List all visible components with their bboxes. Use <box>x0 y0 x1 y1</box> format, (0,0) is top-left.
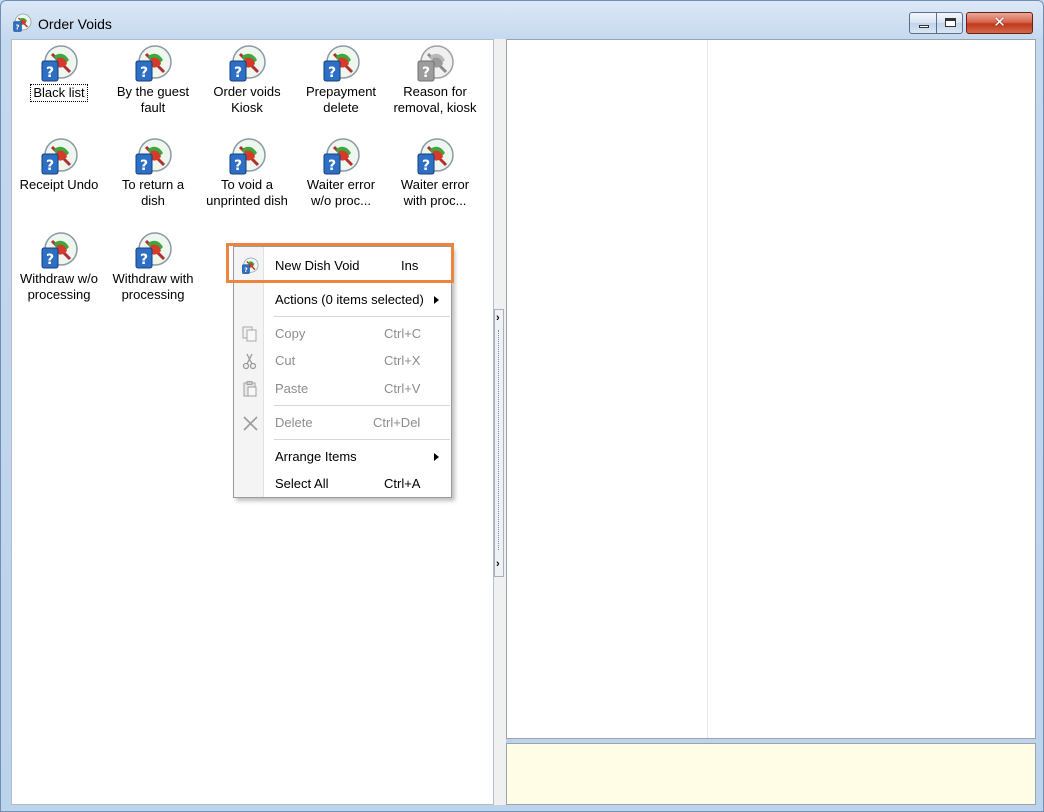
menu-item-shortcut: Ctrl+X <box>384 353 421 368</box>
icon-label-line2: dish <box>141 193 165 208</box>
icon-item-withdraw-wo-processing[interactable]: Withdraw w/o processing <box>12 231 106 303</box>
void-reason-icon <box>39 44 79 84</box>
icon-label-line2: with proc... <box>403 193 467 208</box>
icon-label: Black list <box>30 84 88 102</box>
scissors-icon <box>242 353 257 370</box>
void-reason-icon <box>39 137 79 177</box>
menu-item-delete[interactable]: Delete Ctrl+Del <box>235 411 451 435</box>
icon-label-line1: To void a <box>220 177 274 192</box>
chevron-right-icon[interactable]: › <box>496 558 500 570</box>
column-divider <box>707 40 708 738</box>
menu-separator <box>274 405 450 406</box>
description-pane[interactable] <box>506 743 1036 805</box>
delete-x-icon <box>243 416 258 431</box>
icon-item-to-return-a-dish[interactable]: To return a dish <box>106 137 200 209</box>
void-reason-icon <box>321 137 361 177</box>
icon-item-order-voids-kiosk[interactable]: Order voids Kiosk <box>200 44 294 116</box>
void-reason-disabled-icon <box>415 44 455 84</box>
chevron-right-icon[interactable]: › <box>496 312 500 324</box>
splitter-grip[interactable]: › › <box>494 309 504 577</box>
icon-item-waiter-error-with-proc[interactable]: Waiter error with proc... <box>388 137 482 209</box>
void-reason-icon <box>133 137 173 177</box>
menu-item-cut[interactable]: Cut Ctrl+X <box>235 349 451 373</box>
menu-separator <box>274 316 450 317</box>
minimize-button[interactable] <box>909 12 937 34</box>
menu-item-label: New Dish Void <box>275 258 360 273</box>
icon-label-line1: Waiter error <box>400 177 470 192</box>
menu-item-label: Select All <box>275 476 329 491</box>
icon-item-by-the-guest-fault[interactable]: By the guest fault <box>106 44 200 116</box>
close-button[interactable]: ✕ <box>966 12 1033 34</box>
new-dish-void-icon <box>241 257 259 275</box>
icon-item-reason-for-removal-kiosk[interactable]: Reason for removal, kiosk <box>388 44 482 116</box>
menu-item-shortcut: Ctrl+Del <box>373 415 421 430</box>
menu-item-select-all[interactable]: Select All Ctrl+A <box>235 472 451 496</box>
menu-item-label: Paste <box>275 381 309 396</box>
menu-item-copy[interactable]: Copy Ctrl+C <box>235 322 451 346</box>
void-reason-icon <box>415 137 455 177</box>
menu-separator <box>274 282 450 283</box>
icon-label-line2: Kiosk <box>231 100 263 115</box>
menu-item-label: Cut <box>275 353 296 368</box>
icon-label-line2: removal, kiosk <box>393 100 477 115</box>
menu-item-arrange-items[interactable]: Arrange Items <box>235 445 451 469</box>
icon-item-withdraw-with-processing[interactable]: Withdraw with processing <box>106 231 200 303</box>
menu-item-label: Copy <box>275 326 306 341</box>
grip-dots <box>498 330 500 550</box>
icon-label-line2: processing <box>27 287 91 302</box>
window-title: Order Voids <box>38 16 112 32</box>
minimize-icon <box>919 25 929 28</box>
void-reason-icon <box>227 44 267 84</box>
icon-label-line2: w/o proc... <box>311 193 371 208</box>
void-reason-icon <box>321 44 361 84</box>
void-reason-icon <box>133 231 173 271</box>
icon-label-line1: Withdraw with <box>112 271 194 286</box>
icon-label-line1: Order voids <box>213 84 281 99</box>
icon-label-line1: Prepayment <box>305 84 377 99</box>
icon-label-line1: To return a <box>121 177 185 192</box>
menu-item-shortcut: Ctrl+C <box>384 326 422 341</box>
details-pane[interactable] <box>506 39 1036 739</box>
icon-item-to-void-unprinted-dish[interactable]: To void a unprinted dish <box>200 137 294 209</box>
icon-label-line2: unprinted dish <box>206 193 288 208</box>
icon-label-line1: By the guest <box>116 84 190 99</box>
app-icon <box>12 13 32 33</box>
order-voids-window: Order Voids ✕ Black list By the guest fa… <box>0 0 1044 812</box>
icon-item-prepayment-delete[interactable]: Prepayment delete <box>294 44 388 116</box>
icon-label-line2: delete <box>323 100 359 115</box>
maximize-button[interactable] <box>936 12 963 34</box>
paste-icon <box>243 381 257 397</box>
submenu-arrow-icon <box>434 296 439 304</box>
menu-separator <box>274 439 450 440</box>
void-reason-icon <box>227 137 267 177</box>
menu-item-shortcut: Ctrl+V <box>384 381 421 396</box>
menu-item-label: Actions (0 items selected) <box>275 292 424 307</box>
icon-item-waiter-error-wo-proc[interactable]: Waiter error w/o proc... <box>294 137 388 209</box>
icon-label-line1: Withdraw w/o <box>19 271 99 286</box>
icon-label: Receipt Undo <box>19 177 99 192</box>
icon-label-line1: Reason for <box>403 84 467 99</box>
void-reason-icon <box>133 44 173 84</box>
menu-item-label: Arrange Items <box>275 449 357 464</box>
menu-item-actions[interactable]: Actions (0 items selected) <box>235 288 451 312</box>
pane-splitter[interactable]: › › <box>494 39 506 805</box>
menu-item-shortcut: Ctrl+A <box>384 476 421 491</box>
icon-item-black-list[interactable]: Black list <box>12 44 106 102</box>
icon-label-line1: Waiter error <box>306 177 376 192</box>
context-menu: New Dish Void Ins Actions (0 items selec… <box>233 246 452 498</box>
submenu-arrow-icon <box>434 453 439 461</box>
menu-item-paste[interactable]: Paste Ctrl+V <box>235 377 451 401</box>
menu-item-shortcut: Ins <box>401 258 419 273</box>
icon-label-line2: processing <box>121 287 185 302</box>
copy-icon <box>242 326 257 342</box>
maximize-icon <box>945 18 956 27</box>
title-bar[interactable]: Order Voids ✕ <box>1 1 1043 39</box>
void-reason-icon <box>39 231 79 271</box>
icon-label-line2: fault <box>140 100 166 115</box>
icon-item-receipt-undo[interactable]: Receipt Undo <box>12 137 106 193</box>
close-icon: ✕ <box>993 14 1006 31</box>
menu-item-new-dish-void[interactable]: New Dish Void Ins <box>235 254 451 278</box>
menu-item-label: Delete <box>275 415 313 430</box>
